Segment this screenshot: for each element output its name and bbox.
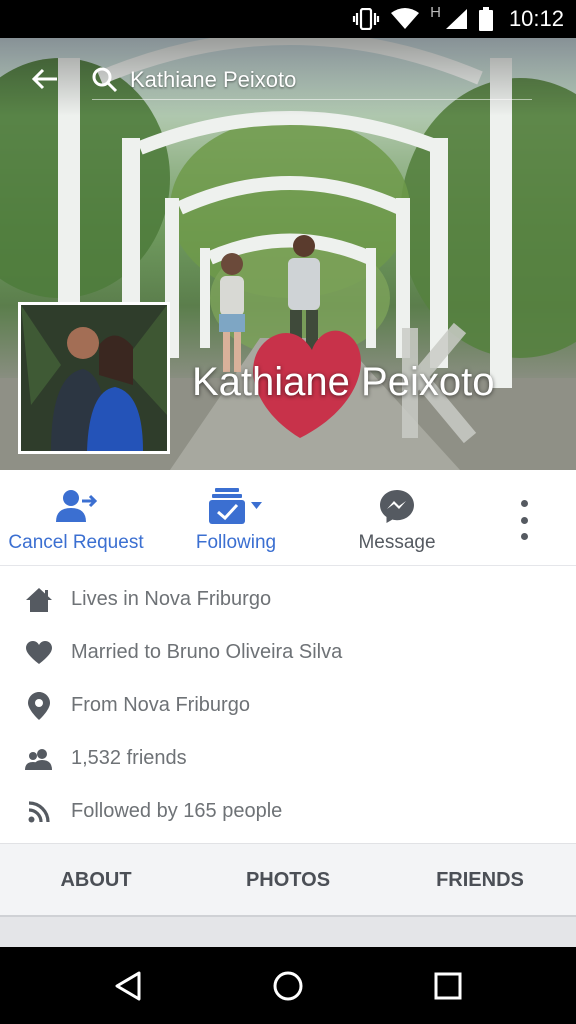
- nav-back-button[interactable]: [108, 966, 148, 1006]
- profile-name: Kathiane Peixoto: [192, 360, 495, 404]
- back-triangle-icon: [115, 971, 141, 1001]
- cancel-request-label: Cancel Request: [8, 532, 144, 553]
- tab-about[interactable]: ABOUT: [0, 844, 192, 916]
- search-icon: [92, 67, 118, 92]
- info-row-from[interactable]: From Nova Friburgo: [0, 679, 576, 732]
- tab-photos[interactable]: PHOTOS: [192, 844, 384, 916]
- heart-icon: [24, 640, 54, 665]
- message-button[interactable]: Message: [350, 470, 444, 566]
- cancel-request-button[interactable]: Cancel Request: [8, 470, 144, 566]
- messenger-icon: [380, 490, 414, 523]
- navigation-bar: [0, 947, 576, 1024]
- profile-picture-image: [21, 305, 167, 451]
- clock: 10:12: [508, 6, 564, 31]
- profile-info-list: Lives in Nova Friburgo Married to Bruno …: [0, 573, 576, 838]
- network-type-label: H: [430, 3, 441, 21]
- search-query: Kathiane Peixoto: [130, 66, 297, 92]
- back-button[interactable]: [28, 62, 62, 96]
- rss-icon: [24, 800, 54, 823]
- info-row-friends[interactable]: 1,532 friends: [0, 732, 576, 785]
- more-options-button[interactable]: [512, 500, 536, 540]
- info-text: Lives in Nova Friburgo: [71, 588, 272, 610]
- signal-icon: [445, 8, 469, 30]
- vibrate-icon: [352, 8, 380, 30]
- info-row-lives-in[interactable]: Lives in Nova Friburgo: [0, 573, 576, 626]
- message-label: Message: [358, 532, 436, 553]
- home-circle-icon: [273, 971, 303, 1001]
- search-field[interactable]: Kathiane Peixoto: [92, 60, 532, 100]
- info-text: From Nova Friburgo: [71, 694, 250, 716]
- more-icon: [520, 500, 528, 507]
- following-icon: [209, 488, 262, 524]
- profile-actions: Cancel Request Following Message: [0, 470, 576, 566]
- info-row-relationship[interactable]: Married to Bruno Oliveira Silva: [0, 626, 576, 679]
- status-bar: H 10:12: [0, 0, 576, 38]
- back-arrow-icon: [31, 68, 57, 90]
- friends-icon: [24, 748, 54, 770]
- cover-photo[interactable]: Kathiane Peixoto Kathiane Peixoto: [0, 38, 576, 470]
- profile-picture[interactable]: [18, 302, 170, 454]
- info-text: 1,532 friends: [71, 747, 187, 769]
- wifi-icon: [390, 8, 420, 30]
- info-text: Followed by 165 people: [71, 800, 283, 822]
- tab-friends[interactable]: FRIENDS: [384, 844, 576, 916]
- recents-square-icon: [434, 972, 462, 1000]
- info-text: Married to Bruno Oliveira Silva: [71, 641, 343, 663]
- home-icon: [24, 587, 54, 613]
- profile-tabs: ABOUT PHOTOS FRIENDS: [0, 843, 576, 917]
- nav-home-button[interactable]: [268, 966, 308, 1006]
- battery-icon: [478, 7, 493, 31]
- nav-recents-button[interactable]: [428, 966, 468, 1006]
- following-button[interactable]: Following: [188, 470, 284, 566]
- cancel-request-icon: [56, 490, 97, 522]
- top-search-bar: Kathiane Peixoto: [0, 38, 576, 116]
- following-label: Following: [195, 532, 277, 553]
- location-pin-icon: [24, 691, 54, 720]
- content-divider: [0, 917, 576, 947]
- info-row-followers[interactable]: Followed by 165 people: [0, 785, 576, 838]
